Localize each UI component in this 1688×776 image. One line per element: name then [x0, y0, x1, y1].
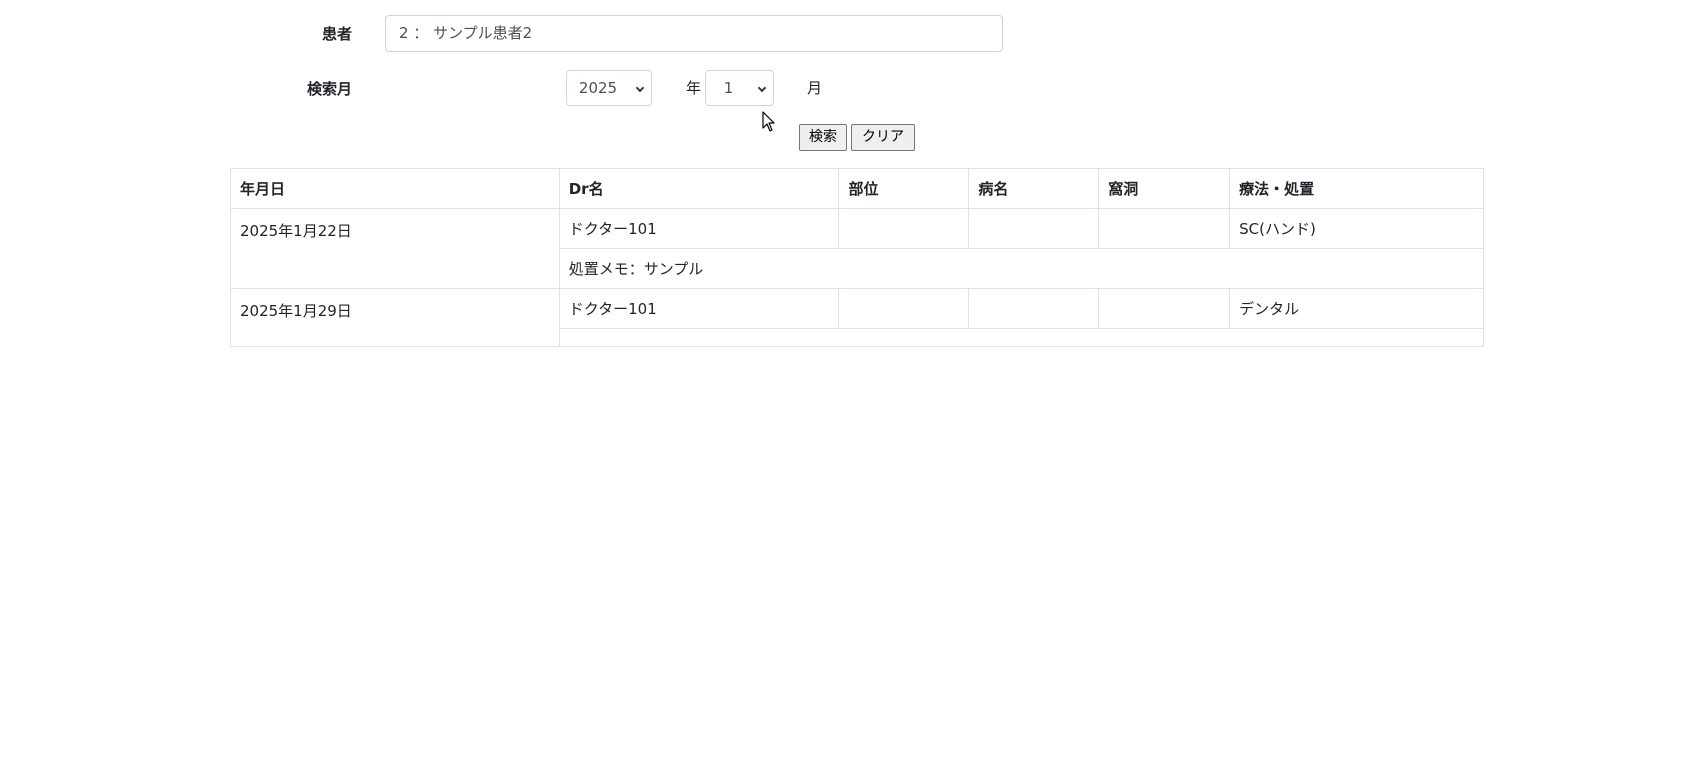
patient-label: 患者: [322, 25, 353, 43]
clear-button[interactable]: クリア: [851, 124, 915, 151]
cell-cavity: [1098, 288, 1231, 329]
table-row: 2025年1月29日 ドクター101 デンタル: [230, 288, 1484, 347]
header-cavity: 窩洞: [1098, 168, 1231, 209]
header-doctor: Dr名: [558, 168, 840, 209]
cell-cavity: [1098, 208, 1231, 249]
month-select[interactable]: 1: [705, 70, 774, 106]
cell-date: 2025年1月22日: [230, 208, 560, 289]
cell-doctor: ドクター101: [558, 208, 840, 249]
cell-memo: 処置メモ：サンプル: [558, 248, 1485, 289]
search-button[interactable]: 検索: [799, 124, 847, 151]
cell-site: [838, 288, 970, 329]
chevron-down-icon: [635, 83, 645, 93]
header-disease: 病名: [968, 168, 1100, 209]
header-date: 年月日: [230, 168, 560, 209]
chevron-down-icon: [757, 83, 767, 93]
cell-memo: [558, 328, 1485, 347]
month-select-value: 1: [723, 79, 734, 97]
table-row: 2025年1月22日 ドクター101 SC(ハンド): [230, 208, 1484, 289]
cell-disease: [968, 288, 1100, 329]
year-unit: 年: [686, 79, 702, 97]
cell-site: [838, 208, 970, 249]
header-site: 部位: [838, 168, 970, 209]
month-unit: 月: [807, 79, 823, 97]
cell-disease: [968, 208, 1100, 249]
patient-input[interactable]: 2 ： サンプル患者2: [385, 15, 1003, 52]
table-header-row: 年月日 Dr名 部位 病名 窩洞 療法・処置: [230, 168, 1484, 209]
page: 患者 2 ： サンプル患者2 検索月 2025 年 1 月 検索 クリア 年月日…: [0, 0, 1688, 776]
cell-doctor: ドクター101: [558, 288, 840, 329]
header-treatment: 療法・処置: [1229, 168, 1484, 209]
treatment-records-table: 年月日 Dr名 部位 病名 窩洞 療法・処置 2025年1月22日 ドクター10…: [230, 168, 1485, 347]
cell-treatment: デンタル: [1229, 288, 1484, 329]
cell-treatment: SC(ハンド): [1229, 208, 1484, 249]
cell-date: 2025年1月29日: [230, 288, 560, 347]
year-select[interactable]: 2025: [566, 70, 652, 106]
year-select-value: 2025: [578, 79, 618, 97]
mouse-cursor-icon: [762, 111, 775, 132]
search-month-label: 検索月: [307, 80, 353, 98]
